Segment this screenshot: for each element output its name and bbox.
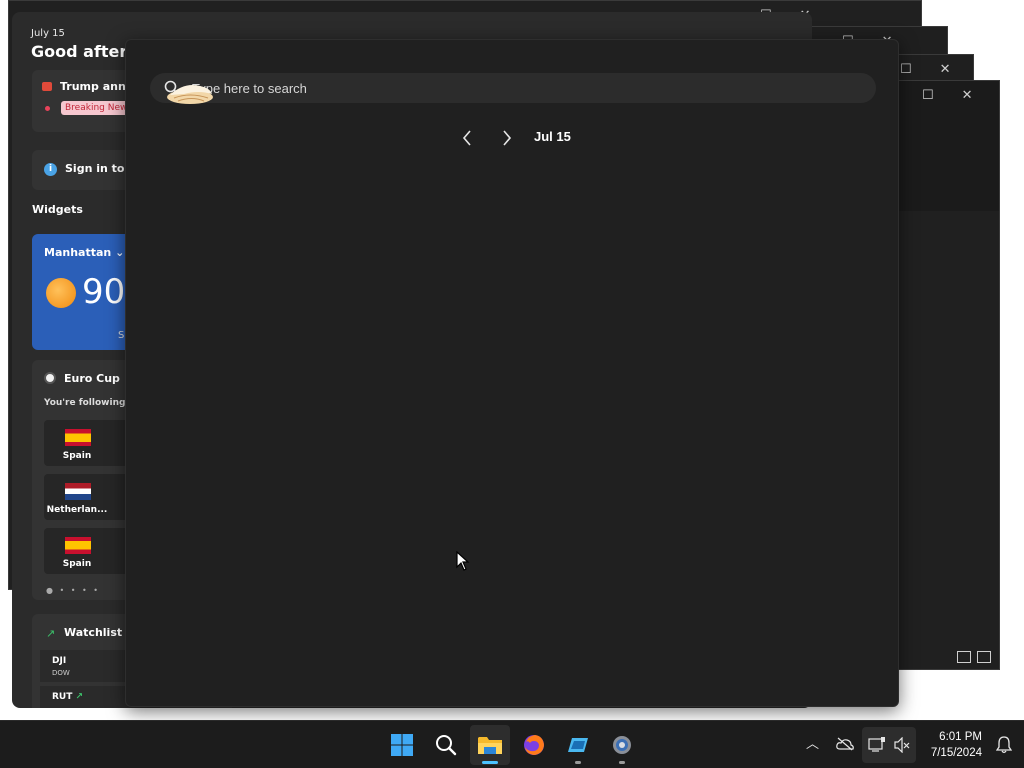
netherlands-flag-icon (65, 483, 91, 500)
details-view-icon[interactable] (957, 651, 971, 663)
sunny-icon (46, 278, 76, 308)
maximize-icon[interactable]: ☐ (922, 88, 934, 103)
onedrive-offline-icon[interactable] (836, 737, 854, 751)
weather-city[interactable]: Manhattan ⌄ (44, 246, 124, 259)
app-button[interactable] (558, 725, 598, 765)
firefox-icon (524, 735, 544, 755)
close-icon[interactable]: ✕ (962, 88, 973, 103)
search-button[interactable] (426, 725, 466, 765)
chevron-down-icon: ⌄ (115, 246, 125, 259)
taskbar: ︿ 6:01 PM 7/15/2024 (0, 720, 1024, 768)
spain-flag-icon (65, 429, 91, 446)
stock-symbol: DJI (52, 656, 67, 666)
windows-logo-icon (391, 734, 413, 756)
clock-date: 7/15/2024 (930, 747, 982, 759)
active-indicator (482, 761, 498, 764)
stock-symbol: RUT ↗ (52, 692, 84, 702)
mouse-cursor-icon (456, 551, 470, 571)
maximize-icon[interactable]: ☐ (900, 62, 912, 77)
file-explorer-button[interactable] (470, 725, 510, 765)
stock-subtitle: DOW (52, 669, 70, 677)
search-highlight-icon[interactable] (164, 80, 214, 106)
close-icon[interactable]: ✕ (940, 62, 951, 77)
search-box[interactable] (150, 73, 876, 106)
running-indicator (619, 761, 625, 764)
quick-settings-button[interactable] (862, 727, 916, 763)
previous-day-button[interactable] (457, 128, 477, 148)
team-name: Netherlan... (46, 505, 108, 515)
spain-flag-icon (65, 537, 91, 554)
search-icon (436, 735, 457, 756)
carousel-dots[interactable]: ● • • • • (46, 586, 100, 595)
next-day-button[interactable] (497, 128, 517, 148)
show-hidden-icons-chevron-icon[interactable]: ︿ (806, 733, 819, 752)
live-dot-icon (45, 106, 50, 111)
network-icon (868, 737, 885, 752)
tiles-view-icon[interactable] (977, 651, 991, 663)
calendar-date-label: Jul 15 (534, 129, 571, 144)
running-indicator (575, 761, 581, 764)
folder-icon (478, 737, 502, 754)
start-button[interactable] (382, 725, 422, 765)
notification-bell-icon[interactable] (996, 736, 1012, 754)
firefox-button[interactable] (514, 725, 554, 765)
widgets-section-title: Widgets (32, 203, 83, 216)
search-flyout: Jul 15 (125, 39, 899, 707)
team-name: Spain (62, 559, 92, 569)
clock[interactable]: 6:01 PM 7/15/2024 (931, 729, 982, 761)
trend-up-icon: ↗ (46, 627, 56, 640)
volume-muted-icon (894, 737, 910, 753)
trend-up-icon: ↗ (75, 692, 84, 702)
team-name: Spain (62, 451, 92, 461)
view-switcher[interactable] (957, 651, 991, 663)
news-icon (42, 82, 52, 91)
widgets-date: July 15 (31, 28, 65, 39)
search-input[interactable] (192, 78, 812, 98)
euro-title[interactable]: Euro Cup ⌄ (64, 372, 133, 385)
clock-time: 6:01 PM (939, 731, 982, 743)
info-icon: i (44, 163, 57, 176)
settings-button[interactable] (602, 725, 642, 765)
app-icon (568, 738, 588, 752)
weather-temp: 90 (82, 272, 126, 312)
soccer-ball-icon (44, 372, 56, 384)
settings-icon (613, 736, 631, 754)
